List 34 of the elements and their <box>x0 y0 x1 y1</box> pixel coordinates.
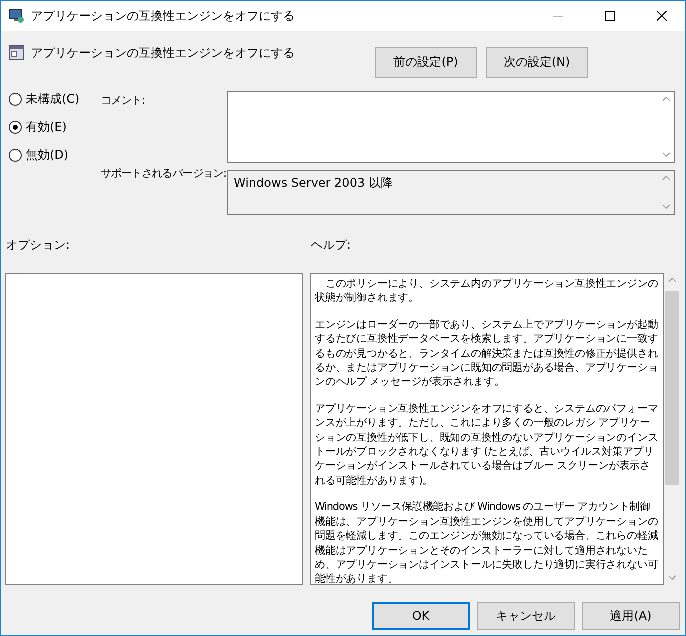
policy-title: アプリケーションの互換性エンジンをオフにする <box>31 45 296 62</box>
help-label: ヘルプ: <box>311 237 352 254</box>
close-icon <box>657 11 667 21</box>
supported-label: サポートされるバージョン: <box>101 166 227 181</box>
maximize-icon <box>605 11 615 21</box>
radio-button[interactable] <box>9 93 22 106</box>
help-paragraph: このポリシーにより、システム内のアプリケーション互換性エンジンの状態が制御されます。 <box>315 277 659 306</box>
help-paragraph: アプリケーション互換性エンジンをオフにすると、システムのパフォーマンスが上がります。ただし、これにより多くの一般のレガシ アプリケーションの互換性が低下し、既知の互換性のないアプリケーションのインストールがブロックされなくなります (たとえば、古いウイルス対策アプリケーションがインストールされている場合はブルー スクリーンが表示される可能性があります)。 <box>315 402 659 488</box>
help-paragraph: エンジンはローダーの一部であり、システム上でアプリケーションが起動するたびに互換性データベースを検索します。アプリケーションに一致するものが見つかると、ランタイムの解決策または互換性の修正が提供されるか、またはアプリケーションに既知の問題がある場合、アプリケーションのヘルプ メッセージが表示されます。 <box>315 318 659 390</box>
cancel-button[interactable]: キャンセル <box>477 602 575 630</box>
radio-button[interactable] <box>9 121 22 134</box>
comment-label: コメント: <box>101 93 146 108</box>
scroll-up-icon[interactable] <box>662 175 670 181</box>
scrollbar-thumb[interactable] <box>665 291 679 485</box>
radio-button[interactable] <box>9 149 22 162</box>
next-setting-button[interactable]: 次の設定(N) <box>486 47 588 78</box>
scroll-down-icon[interactable] <box>662 152 670 158</box>
ok-button[interactable]: OK <box>372 602 470 630</box>
comment-field[interactable] <box>227 91 675 163</box>
radio-label: 未構成(C) <box>26 91 80 108</box>
previous-setting-button[interactable]: 前の設定(P) <box>375 47 477 78</box>
scroll-down-icon[interactable] <box>668 575 676 581</box>
scroll-down-icon[interactable] <box>662 204 670 210</box>
policy-icon <box>9 45 25 61</box>
options-label: オプション: <box>6 237 72 254</box>
window-title: アプリケーションの互換性エンジンをオフにする <box>31 8 296 24</box>
computer-icon <box>9 8 25 24</box>
scroll-up-icon[interactable] <box>668 277 676 283</box>
scroll-up-icon[interactable] <box>662 96 670 102</box>
supported-value: Windows Server 2003 以降 <box>234 176 393 190</box>
radio-label: 有効(E) <box>26 119 67 136</box>
radio-label: 無効(D) <box>26 147 69 164</box>
apply-button[interactable]: 適用(A) <box>582 602 680 630</box>
help-paragraph: Windows リソース保護機能および Windows のユーザー アカウント制御機能は、アプリケーション互換性エンジンを使用してアプリケーションの問題を軽減します。このエンジンが無効になっている場合、これらの軽減機能はアプリケーションとそのインストーラーに対して適用されないため、アプリケーションはインストールに失敗したり適切に実行されない可能性があります。 <box>315 500 659 584</box>
